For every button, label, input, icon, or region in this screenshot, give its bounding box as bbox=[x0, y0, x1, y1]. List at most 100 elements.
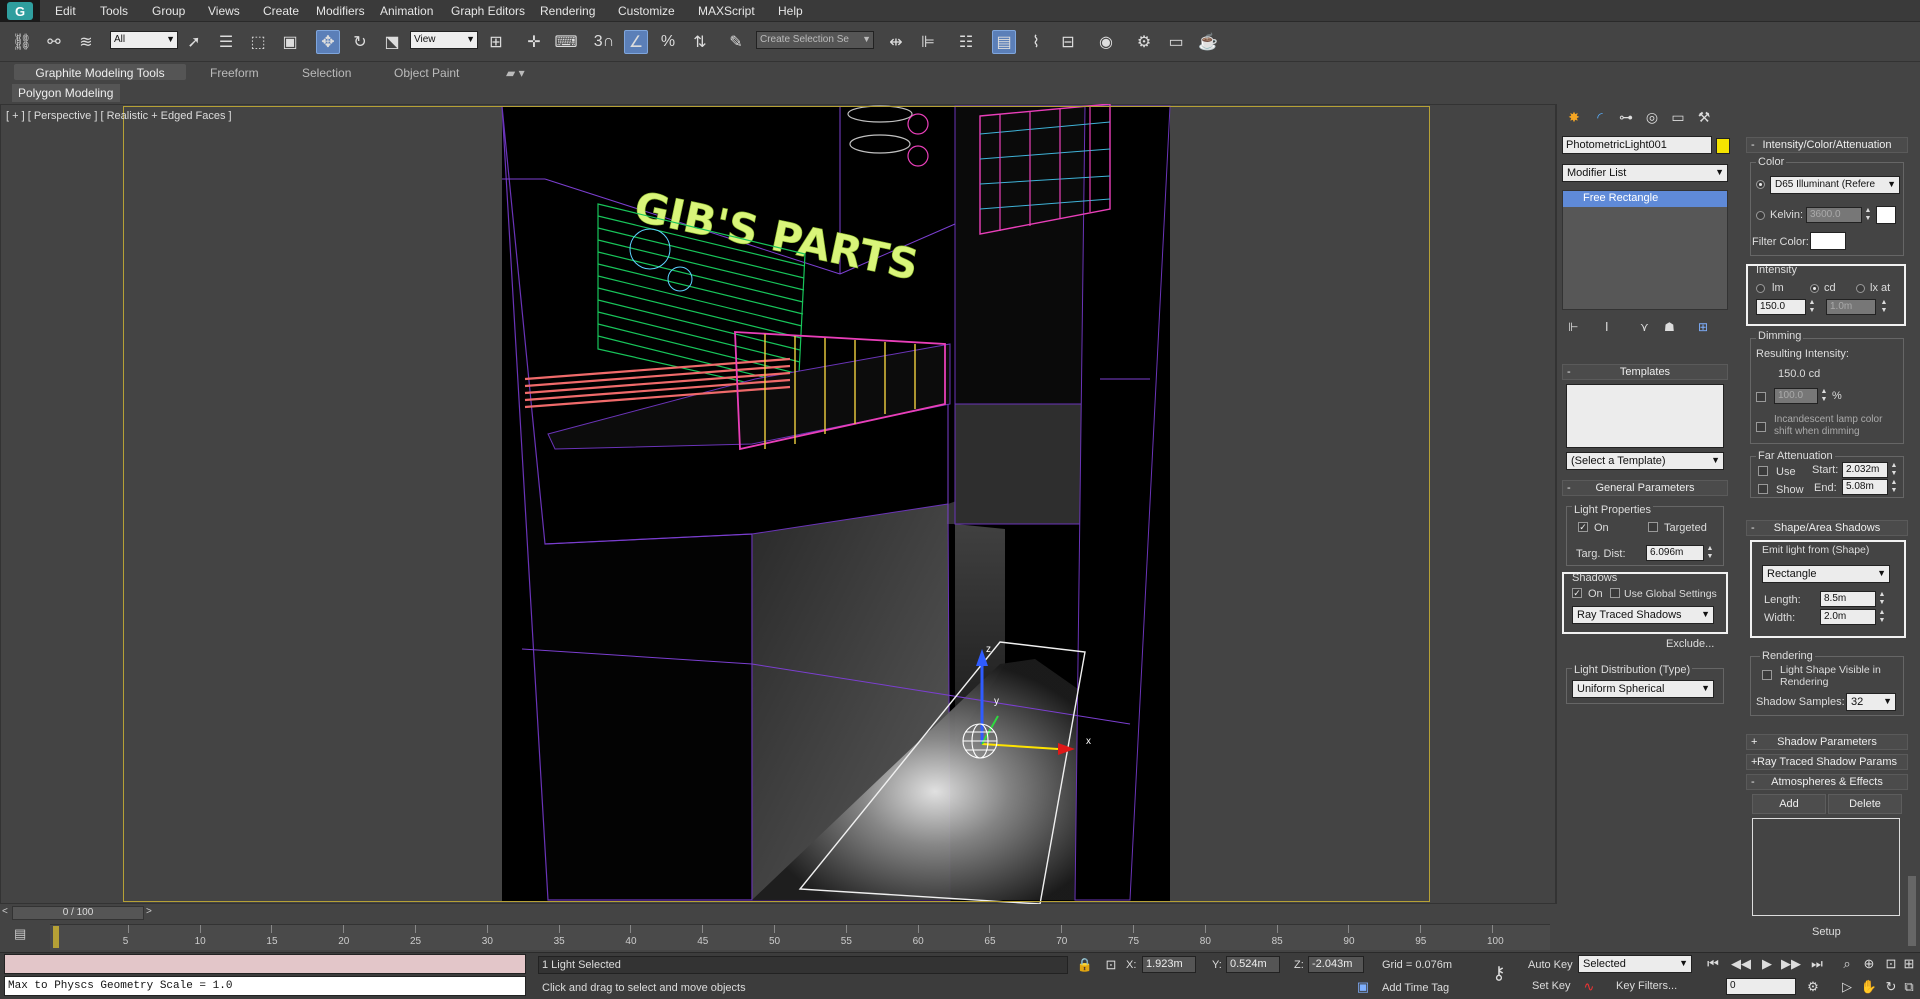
layer-manager-icon[interactable]: ☷ bbox=[954, 30, 978, 54]
tab-object-paint[interactable]: Object Paint bbox=[384, 64, 469, 80]
y-coord-input[interactable]: 0.524m bbox=[1226, 956, 1280, 973]
field-of-view-icon[interactable]: ▷ bbox=[1838, 978, 1856, 996]
x-coord-input[interactable]: 1.923m bbox=[1142, 956, 1196, 973]
use-global-checkbox[interactable] bbox=[1610, 588, 1620, 598]
bind-spacewarp-icon[interactable]: ≋ bbox=[74, 30, 98, 54]
far-start-spinner[interactable]: 2.032m bbox=[1842, 462, 1888, 478]
select-manipulate-icon[interactable]: ✛ bbox=[522, 30, 546, 54]
atmos-setup-button[interactable]: Setup bbox=[1812, 926, 1841, 938]
ref-coord-dropdown[interactable]: View ▼ bbox=[410, 31, 478, 49]
pin-stack-icon[interactable]: ⊩ bbox=[1568, 320, 1578, 334]
stack-item-free-rectangle[interactable]: Free Rectangle bbox=[1563, 191, 1727, 207]
zoom-extents-icon[interactable]: ⊡ bbox=[1882, 955, 1900, 973]
tab-graphite-modeling[interactable]: Graphite Modeling Tools bbox=[14, 64, 186, 80]
render-production-icon[interactable]: ☕ bbox=[1196, 30, 1220, 54]
zoom-icon[interactable]: ⌕ bbox=[1838, 955, 1856, 973]
far-show-checkbox[interactable] bbox=[1758, 484, 1768, 494]
kelvin-spinner[interactable]: 3600.0 bbox=[1806, 207, 1862, 223]
menu-tools[interactable]: Tools bbox=[100, 4, 128, 18]
atmos-add-button[interactable]: Add bbox=[1752, 794, 1826, 814]
time-tag-icon[interactable]: ▣ bbox=[1354, 978, 1372, 996]
tab-freeform[interactable]: Freeform bbox=[200, 64, 269, 80]
percent-snap-icon[interactable]: % bbox=[656, 30, 680, 54]
named-selection-set[interactable]: Create Selection Se ▼ bbox=[756, 31, 874, 49]
far-end-spinner[interactable]: 5.08m bbox=[1842, 479, 1888, 495]
absolute-mode-icon[interactable]: ⊡ bbox=[1102, 956, 1120, 974]
menu-rendering[interactable]: Rendering bbox=[540, 4, 595, 18]
shadow-type-dropdown[interactable]: Ray Traced Shadows ▼ bbox=[1572, 606, 1714, 624]
menu-customize[interactable]: Customize bbox=[618, 4, 675, 18]
shape-shadows-rollout[interactable]: - Shape/Area Shadows bbox=[1746, 520, 1908, 536]
maxscript-output[interactable]: Max to Physcs Geometry Scale = 1.0 bbox=[4, 976, 526, 996]
key-icon[interactable]: ⚷ bbox=[1490, 963, 1508, 983]
selection-filter-dropdown[interactable]: All ▼ bbox=[110, 31, 178, 49]
far-start-arrows[interactable]: ▲ ▼ bbox=[1890, 462, 1898, 478]
incandescent-checkbox[interactable] bbox=[1756, 422, 1766, 432]
go-to-end-icon[interactable]: ⏭ bbox=[1808, 955, 1826, 973]
orbit-icon[interactable]: ↻ bbox=[1882, 978, 1900, 996]
dimming-checkbox[interactable] bbox=[1756, 392, 1766, 402]
align-icon[interactable]: ⊫ bbox=[916, 30, 940, 54]
length-spinner[interactable]: 8.5m bbox=[1820, 591, 1876, 607]
shape-visible-checkbox[interactable] bbox=[1762, 670, 1772, 680]
play-icon[interactable]: ▶ bbox=[1758, 955, 1776, 973]
kelvin-radio[interactable] bbox=[1756, 211, 1765, 220]
go-to-start-icon[interactable]: ⏮ bbox=[1704, 955, 1722, 973]
targ-dist-arrows[interactable]: ▲ ▼ bbox=[1706, 545, 1714, 561]
object-color-swatch[interactable] bbox=[1716, 138, 1730, 154]
curve-editor-mini-icon[interactable]: ▤ bbox=[14, 926, 26, 942]
atmos-delete-button[interactable]: Delete bbox=[1828, 794, 1902, 814]
general-params-rollout[interactable]: - General Parameters bbox=[1562, 480, 1728, 496]
zoom-extents-all-icon[interactable]: ⊞ bbox=[1900, 955, 1918, 973]
light-on-checkbox[interactable]: ✓ bbox=[1578, 522, 1588, 532]
mirror-icon[interactable]: ⇹ bbox=[884, 30, 908, 54]
z-coord-input[interactable]: -2.043m bbox=[1308, 956, 1364, 973]
remove-modifier-icon[interactable]: ☗ bbox=[1664, 320, 1675, 334]
link-icon[interactable]: ⛓ bbox=[10, 30, 34, 54]
menu-maxscript[interactable]: MAXScript bbox=[698, 4, 755, 18]
next-frame-icon[interactable]: ▶▶ bbox=[1781, 955, 1801, 973]
time-marker[interactable] bbox=[53, 926, 59, 948]
curve-editor-icon[interactable]: ⌇ bbox=[1024, 30, 1048, 54]
width-spinner[interactable]: 2.0m bbox=[1820, 609, 1876, 625]
viewport-label[interactable]: [ + ] [ Perspective ] [ Realistic + Edge… bbox=[6, 110, 232, 122]
preset-radio[interactable] bbox=[1756, 180, 1765, 189]
lx-distance-arrows[interactable]: ▲ ▼ bbox=[1880, 299, 1888, 315]
lx-distance-spinner[interactable]: 1.0m bbox=[1826, 299, 1876, 315]
display-tab-icon[interactable]: ▭ bbox=[1667, 106, 1689, 128]
far-end-arrows[interactable]: ▲ ▼ bbox=[1890, 479, 1898, 495]
current-frame-input[interactable]: 0 bbox=[1726, 978, 1796, 995]
motion-tab-icon[interactable]: ◎ bbox=[1641, 106, 1663, 128]
shadows-on-checkbox[interactable]: ✓ bbox=[1572, 588, 1582, 598]
menu-edit[interactable]: Edit bbox=[55, 4, 76, 18]
schematic-view-icon[interactable]: ⊟ bbox=[1056, 30, 1080, 54]
intensity-rollout[interactable]: - Intensity/Color/Attenuation bbox=[1746, 137, 1908, 153]
atmos-effects-rollout[interactable]: - Atmospheres & Effects bbox=[1746, 774, 1908, 790]
material-editor-icon[interactable]: ◉ bbox=[1094, 30, 1118, 54]
create-tab-icon[interactable]: ✸ bbox=[1563, 106, 1585, 128]
intensity-arrows[interactable]: ▲ ▼ bbox=[1808, 299, 1816, 315]
templates-list[interactable] bbox=[1566, 384, 1724, 448]
rect-selection-icon[interactable]: ⬚ bbox=[246, 30, 270, 54]
add-time-tag[interactable]: Add Time Tag bbox=[1382, 982, 1449, 994]
menu-help[interactable]: Help bbox=[778, 4, 803, 18]
far-use-checkbox[interactable] bbox=[1758, 466, 1768, 476]
next-frame-arrow[interactable]: > bbox=[146, 906, 152, 917]
show-end-result-icon[interactable]: Ⅰ bbox=[1605, 320, 1609, 334]
rendered-frame-icon[interactable]: ▭ bbox=[1164, 30, 1188, 54]
menu-graph-editors[interactable]: Graph Editors bbox=[451, 4, 525, 18]
select-by-name-icon[interactable]: ☰ bbox=[214, 30, 238, 54]
width-arrows[interactable]: ▲ ▼ bbox=[1878, 609, 1886, 625]
object-name-field[interactable]: PhotometricLight001 bbox=[1562, 136, 1712, 154]
kelvin-swatch[interactable] bbox=[1876, 206, 1896, 224]
filter-color-swatch[interactable] bbox=[1810, 232, 1846, 250]
edit-named-sets-icon[interactable]: ✎ bbox=[724, 30, 748, 54]
shadow-samples-dropdown[interactable]: 32 ▼ bbox=[1846, 693, 1896, 711]
window-crossing-icon[interactable]: ▣ bbox=[278, 30, 302, 54]
targ-dist-spinner[interactable]: 6.096m bbox=[1646, 545, 1704, 561]
select-object-icon[interactable]: ➚ bbox=[182, 30, 206, 54]
distribution-dropdown[interactable]: Uniform Spherical ▼ bbox=[1572, 680, 1714, 698]
raytraced-params-rollout[interactable]: + Ray Traced Shadow Params bbox=[1746, 754, 1908, 770]
lock-selection-icon[interactable]: 🔒 bbox=[1076, 956, 1094, 974]
set-key-button[interactable]: Set Key bbox=[1532, 980, 1571, 992]
